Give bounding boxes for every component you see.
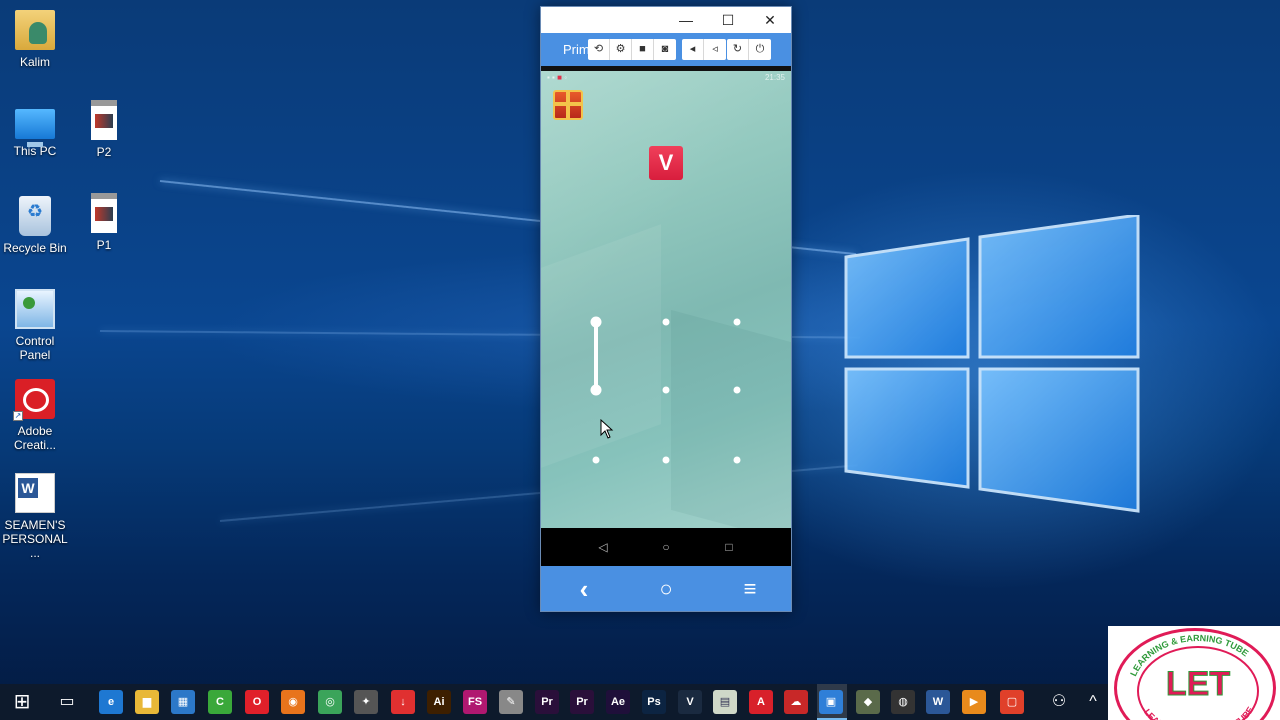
desktop-icon-label: Kalim bbox=[19, 55, 50, 69]
taskbar-word-icon[interactable]: W bbox=[926, 690, 950, 714]
phone-lock-screen[interactable]: ▪ ▪ ■ ◦ 21:35 V bbox=[541, 66, 791, 528]
refresh-icon[interactable]: ↻ bbox=[727, 39, 749, 60]
desktop-icon-p2[interactable]: P2 bbox=[68, 100, 140, 159]
emulator-window[interactable]: — ☐ ✕ Prim ⟲ ⚙ ■ ◙ ◂ ◃ ↻ ⏻ ▪ ▪ ■ ◦ 21:35… bbox=[540, 6, 792, 612]
emu-menu-icon[interactable]: ≡ bbox=[738, 577, 762, 601]
desktop-icon-label: Recycle Bin bbox=[3, 241, 67, 255]
computer-icon bbox=[15, 109, 55, 147]
pattern-dot[interactable] bbox=[733, 386, 741, 394]
taskbar-notepad-icon[interactable]: ▤ bbox=[713, 690, 737, 714]
taskbar-tool-icon[interactable]: ◆ bbox=[856, 690, 880, 714]
taskbar-cloud-icon[interactable]: ☁ bbox=[784, 690, 808, 714]
mouse-cursor-icon bbox=[600, 419, 614, 439]
taskbar-vegas-icon[interactable]: V bbox=[678, 690, 702, 714]
android-nav-bar: ◁ ○ □ bbox=[541, 528, 791, 566]
emulator-nav-bar: ‹ ○ ≡ bbox=[541, 566, 791, 611]
taskbar-acrobat-icon[interactable]: A bbox=[749, 690, 773, 714]
taskbar-photoshop-icon[interactable]: Ps bbox=[642, 690, 666, 714]
android-recents-icon[interactable]: □ bbox=[719, 537, 739, 557]
control-panel-icon bbox=[15, 289, 55, 329]
image-file-icon bbox=[91, 100, 117, 140]
toolbar-group-main: ⟲ ⚙ ■ ◙ bbox=[588, 39, 676, 60]
taskbar-premiere-2-icon[interactable]: Pr bbox=[570, 690, 594, 714]
pattern-dot[interactable] bbox=[662, 456, 670, 464]
volume-down-icon[interactable]: ◂ bbox=[682, 39, 704, 60]
desktop-icon-seamens[interactable]: SEAMEN'S PERSONAL ... bbox=[0, 473, 71, 560]
desktop-icon-adobe[interactable]: ↗ Adobe Creati... bbox=[0, 379, 71, 452]
pattern-dot[interactable] bbox=[590, 384, 602, 396]
taskbar-people-icon[interactable]: ⚇ bbox=[1047, 690, 1071, 714]
desktop-icon-p1[interactable]: P1 bbox=[68, 193, 140, 252]
close-button[interactable]: ✕ bbox=[749, 7, 791, 33]
desktop-icon-this-pc[interactable]: This PC bbox=[0, 103, 71, 158]
pattern-dot[interactable] bbox=[662, 318, 670, 326]
user-folder-icon bbox=[15, 10, 55, 50]
pattern-dot[interactable] bbox=[590, 316, 602, 328]
recycle-bin-icon bbox=[19, 196, 51, 236]
record-icon[interactable]: ■ bbox=[632, 39, 654, 60]
taskbar-opera-icon[interactable]: O bbox=[245, 690, 269, 714]
shortcut-arrow-icon: ↗ bbox=[13, 411, 23, 421]
taskbar-camtasia-icon[interactable]: C bbox=[208, 690, 232, 714]
taskbar-after-effects-icon[interactable]: Ae bbox=[606, 690, 630, 714]
emulator-toolbar: Prim ⟲ ⚙ ■ ◙ ◂ ◃ ↻ ⏻ bbox=[541, 33, 791, 66]
pattern-dot[interactable] bbox=[662, 386, 670, 394]
emu-back-icon[interactable]: ‹ bbox=[572, 576, 596, 602]
minimize-button[interactable]: — bbox=[665, 7, 707, 33]
taskbar-start-icon[interactable]: ⊞ bbox=[10, 690, 34, 714]
logo-letters: LET bbox=[1166, 665, 1230, 703]
desktop-icon-label: Control Panel bbox=[15, 334, 55, 362]
desktop-icon-control-panel[interactable]: Control Panel bbox=[0, 289, 71, 362]
emu-home-icon[interactable]: ○ bbox=[654, 577, 678, 601]
taskbar-task-view-icon[interactable]: ▭ bbox=[55, 690, 79, 714]
taskbar-paint-icon[interactable]: ✎ bbox=[499, 690, 523, 714]
pattern-dot[interactable] bbox=[592, 456, 600, 464]
power-icon[interactable]: ⏻ bbox=[749, 39, 771, 60]
taskbar-illustrator-icon[interactable]: Ai bbox=[427, 690, 451, 714]
adobe-cc-icon: ↗ bbox=[13, 379, 55, 421]
desktop-icon-label: P2 bbox=[96, 145, 112, 159]
app-title: Prim bbox=[563, 42, 589, 57]
pattern-dot[interactable] bbox=[733, 318, 741, 326]
taskbar-premiere-icon[interactable]: Pr bbox=[535, 690, 559, 714]
desktop-icon-recycle-bin[interactable]: Recycle Bin bbox=[0, 196, 71, 255]
pattern-dot[interactable] bbox=[733, 456, 741, 464]
word-document-icon bbox=[15, 473, 55, 513]
taskbar-store-icon[interactable]: ▦ bbox=[171, 690, 195, 714]
toolbar-group-power: ↻ ⏻ bbox=[727, 39, 771, 60]
maximize-button[interactable]: ☐ bbox=[707, 7, 749, 33]
desktop-icon-label: SEAMEN'S PERSONAL ... bbox=[2, 518, 68, 560]
logo-badge: LEARNING & EARNING TUBE LEARNING & EARNI… bbox=[1114, 628, 1276, 720]
desktop-icon-label: P1 bbox=[96, 238, 112, 252]
windows-logo bbox=[844, 215, 1140, 513]
logo-ring-text-bottom: LEARNING & EARNING TUBE bbox=[1142, 705, 1255, 720]
desktop-icon-label: Adobe Creati... bbox=[13, 424, 56, 452]
taskbar-file-explorer-icon[interactable]: ▆ bbox=[135, 690, 159, 714]
window-titlebar[interactable]: — ☐ ✕ bbox=[541, 7, 791, 33]
taskbar: ⊞ ▭ e ▆ ▦ C O ◉ ◎ ✦ ↓ Ai FS ✎ Pr Pr Ae Ps V ▤ A ☁ ▣ ◆ ◍ W ▶ ▢ ⚇ ^ bbox=[0, 684, 1280, 720]
desktop-icon-kalim[interactable]: Kalim bbox=[0, 10, 71, 69]
taskbar-tray-up-icon[interactable]: ^ bbox=[1081, 690, 1105, 714]
taskbar-media-icon[interactable]: ✦ bbox=[354, 690, 378, 714]
rotate-icon[interactable]: ⟲ bbox=[588, 39, 610, 60]
logo-ring-svg: LEARNING & EARNING TUBE LEARNING & EARNI… bbox=[1128, 633, 1259, 720]
channel-logo: LEARNING & EARNING TUBE LEARNING & EARNI… bbox=[1108, 626, 1280, 720]
taskbar-camtasia-recorder-icon[interactable]: ▢ bbox=[1000, 690, 1024, 714]
settings-icon[interactable]: ⚙ bbox=[610, 39, 632, 60]
image-file-icon bbox=[91, 193, 117, 233]
toolbar-group-volume: ◂ ◃ bbox=[682, 39, 726, 60]
taskbar-firefox-icon[interactable]: ◉ bbox=[281, 690, 305, 714]
taskbar-emulator-app-icon[interactable]: ▣ bbox=[819, 690, 843, 714]
taskbar-downloader-icon[interactable]: ↓ bbox=[391, 690, 415, 714]
taskbar-chrome-icon[interactable]: ◎ bbox=[318, 690, 342, 714]
taskbar-edge-icon[interactable]: e bbox=[99, 690, 123, 714]
pattern-lock[interactable] bbox=[541, 66, 791, 528]
volume-up-icon[interactable]: ◃ bbox=[704, 39, 726, 60]
taskbar-player-icon[interactable]: ▶ bbox=[962, 690, 986, 714]
android-home-icon[interactable]: ○ bbox=[656, 537, 676, 557]
taskbar-obs-icon[interactable]: ◍ bbox=[891, 690, 915, 714]
taskbar-fs-icon[interactable]: FS bbox=[463, 690, 487, 714]
screenshot-icon[interactable]: ◙ bbox=[654, 39, 676, 60]
android-back-icon[interactable]: ◁ bbox=[593, 537, 613, 557]
